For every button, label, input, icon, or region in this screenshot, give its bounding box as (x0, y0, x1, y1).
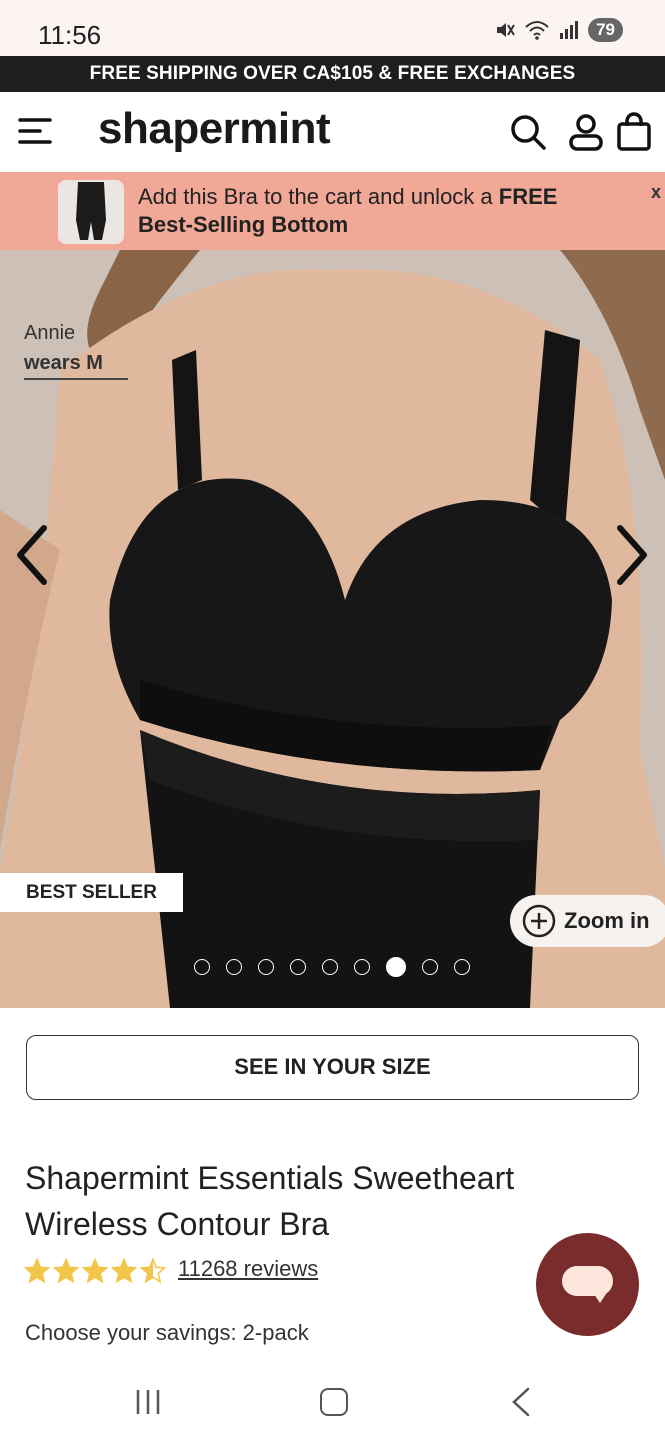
next-image-arrow-icon[interactable] (612, 520, 652, 590)
upsell-message: Add this Bra to the cart and unlock a FR… (138, 183, 638, 239)
star-icon (82, 1258, 108, 1284)
model-size: wears M (24, 352, 103, 374)
rating-stars[interactable] (24, 1258, 166, 1284)
status-icons: 79 (494, 18, 623, 42)
home-icon[interactable] (320, 1388, 348, 1416)
upsell-product-thumbnail (58, 180, 124, 244)
model-name: Annie (24, 322, 76, 344)
see-in-your-size-button[interactable]: SEE IN YOUR SIZE (26, 1035, 639, 1100)
zoom-in-button[interactable]: Zoom in (510, 895, 665, 947)
gallery-dot[interactable] (322, 959, 338, 975)
recent-apps-icon[interactable] (134, 1388, 162, 1416)
status-time: 11:56 (38, 20, 102, 50)
star-icon (24, 1258, 50, 1284)
upsell-text-regular: Add this Bra to the cart and unlock a (138, 184, 499, 209)
upsell-banner[interactable]: Add this Bra to the cart and unlock a FR… (0, 172, 665, 250)
model-size-label: Annie wears M (24, 318, 103, 378)
account-icon[interactable] (566, 112, 606, 152)
savings-label: Choose your savings: 2-pack (25, 1320, 309, 1345)
wifi-icon (525, 21, 549, 40)
battery-indicator: 79 (588, 18, 623, 42)
gallery-dot[interactable] (258, 959, 274, 975)
zoom-plus-icon (522, 904, 556, 938)
status-bar: 11:56 79 (0, 0, 665, 56)
reviews-link[interactable]: 11268 reviews (178, 1256, 318, 1282)
previous-image-arrow-icon[interactable] (12, 520, 52, 590)
menu-icon[interactable] (18, 112, 54, 148)
gallery-pagination (194, 957, 470, 977)
gallery-dot[interactable] (194, 959, 210, 975)
upsell-close-button[interactable]: x (651, 182, 661, 203)
back-icon[interactable] (508, 1386, 536, 1418)
product-title: Shapermint Essentials Sweetheart Wireles… (25, 1160, 515, 1242)
search-icon[interactable] (508, 112, 548, 152)
chat-button[interactable] (536, 1233, 639, 1336)
chat-bubble-tail (592, 1291, 608, 1303)
product-image-gallery[interactable]: Annie wears M BEST SELLER Zoom in (0, 250, 665, 1008)
star-icon (140, 1258, 166, 1284)
gallery-dot[interactable] (290, 959, 306, 975)
brand-logo[interactable]: shapermint (98, 104, 331, 154)
gallery-dot[interactable] (354, 959, 370, 975)
gallery-dot[interactable] (422, 959, 438, 975)
shopping-bag-icon[interactable] (616, 112, 652, 152)
star-icon (53, 1258, 79, 1284)
star-icon (111, 1258, 137, 1284)
shipping-promo-bar: FREE SHIPPING OVER CA$105 & FREE EXCHANG… (0, 56, 665, 92)
upsell-text-offer: Best-Selling Bottom (138, 212, 349, 237)
mute-icon (497, 23, 515, 37)
signal-icon (560, 21, 579, 39)
zoom-in-label: Zoom in (564, 908, 650, 933)
gallery-dot[interactable] (386, 957, 406, 977)
upsell-text-free: FREE (498, 184, 558, 209)
model-label-divider (24, 378, 128, 380)
site-header: shapermint (0, 92, 665, 172)
best-seller-badge: BEST SELLER (0, 873, 183, 912)
gallery-dot[interactable] (454, 959, 470, 975)
gallery-dot[interactable] (226, 959, 242, 975)
system-navigation-bar (0, 1360, 665, 1440)
